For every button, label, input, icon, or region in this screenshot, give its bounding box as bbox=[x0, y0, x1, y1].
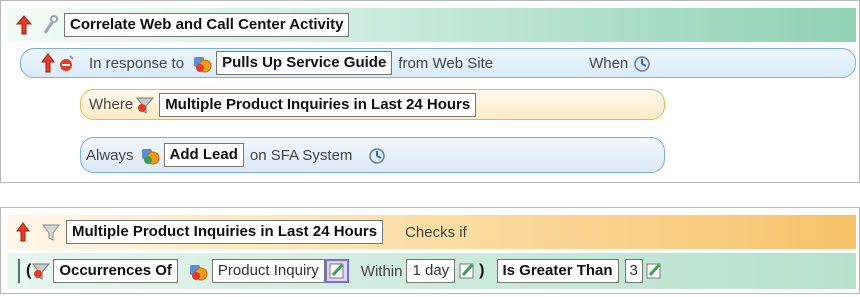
timer-icon[interactable] bbox=[368, 146, 386, 164]
filter-field[interactable]: Multiple Product Inquiries in Last 24 Ho… bbox=[159, 92, 477, 117]
trigger-event-field[interactable]: Pulls Up Service Guide bbox=[216, 51, 393, 75]
event-icon bbox=[188, 261, 208, 281]
duration-field[interactable]: 1 day bbox=[406, 259, 456, 283]
operator-field[interactable]: Is Greater Than bbox=[496, 259, 619, 283]
move-up-icon[interactable] bbox=[16, 15, 32, 35]
action-target: on SFA System bbox=[249, 146, 353, 164]
threshold-field[interactable]: 3 bbox=[624, 259, 643, 283]
trigger-row: In response to Pulls Up Service Guide fr… bbox=[20, 48, 856, 78]
funnel-filter-icon bbox=[135, 95, 155, 115]
edit-note-icon[interactable] bbox=[645, 261, 663, 281]
within-label: Within bbox=[360, 262, 403, 280]
close-paren: ) bbox=[479, 262, 485, 279]
trigger-prefix: In response to bbox=[89, 54, 185, 72]
move-up-icon[interactable] bbox=[41, 53, 55, 73]
move-up-icon[interactable] bbox=[16, 222, 30, 242]
rule-title[interactable]: Correlate Web and Call Center Activity bbox=[64, 13, 350, 37]
timer-icon[interactable] bbox=[633, 54, 651, 72]
function-field[interactable]: Occurrences Of bbox=[53, 259, 178, 283]
edit-note-icon[interactable] bbox=[457, 261, 477, 281]
filter-title-field[interactable]: Multiple Product Inquiries in Last 24 Ho… bbox=[66, 220, 384, 244]
add-lead-action-icon bbox=[140, 145, 160, 165]
correlation-rule-panel: Correlate Web and Call Center Activity I… bbox=[0, 0, 860, 183]
condition-separator bbox=[18, 259, 20, 283]
funnel-filter-icon bbox=[31, 261, 51, 281]
always-prefix: Always bbox=[86, 146, 134, 164]
edit-note-icon[interactable] bbox=[324, 259, 349, 283]
funnel-filter-icon bbox=[42, 222, 60, 242]
trigger-source: from Web Site bbox=[398, 54, 494, 72]
event-field[interactable]: Product Inquiry bbox=[211, 259, 325, 283]
delete-trigger-icon[interactable] bbox=[57, 54, 75, 72]
action-field[interactable]: Add Lead bbox=[163, 143, 244, 167]
checks-if-label: Checks if bbox=[405, 223, 467, 241]
event-icon bbox=[192, 53, 212, 73]
when-label: When bbox=[589, 54, 629, 72]
filter-row: Where Multiple Product Inquiries in Last… bbox=[80, 89, 665, 120]
action-row: Always Add Lead on SFA System bbox=[80, 137, 665, 173]
condition-row: ( Occurrences Of Product Inquiry Within … bbox=[8, 253, 856, 289]
filter-definition-panel: Multiple Product Inquiries in Last 24 Ho… bbox=[0, 207, 860, 294]
where-prefix: Where bbox=[89, 96, 134, 113]
wrench-icon[interactable] bbox=[42, 15, 58, 35]
